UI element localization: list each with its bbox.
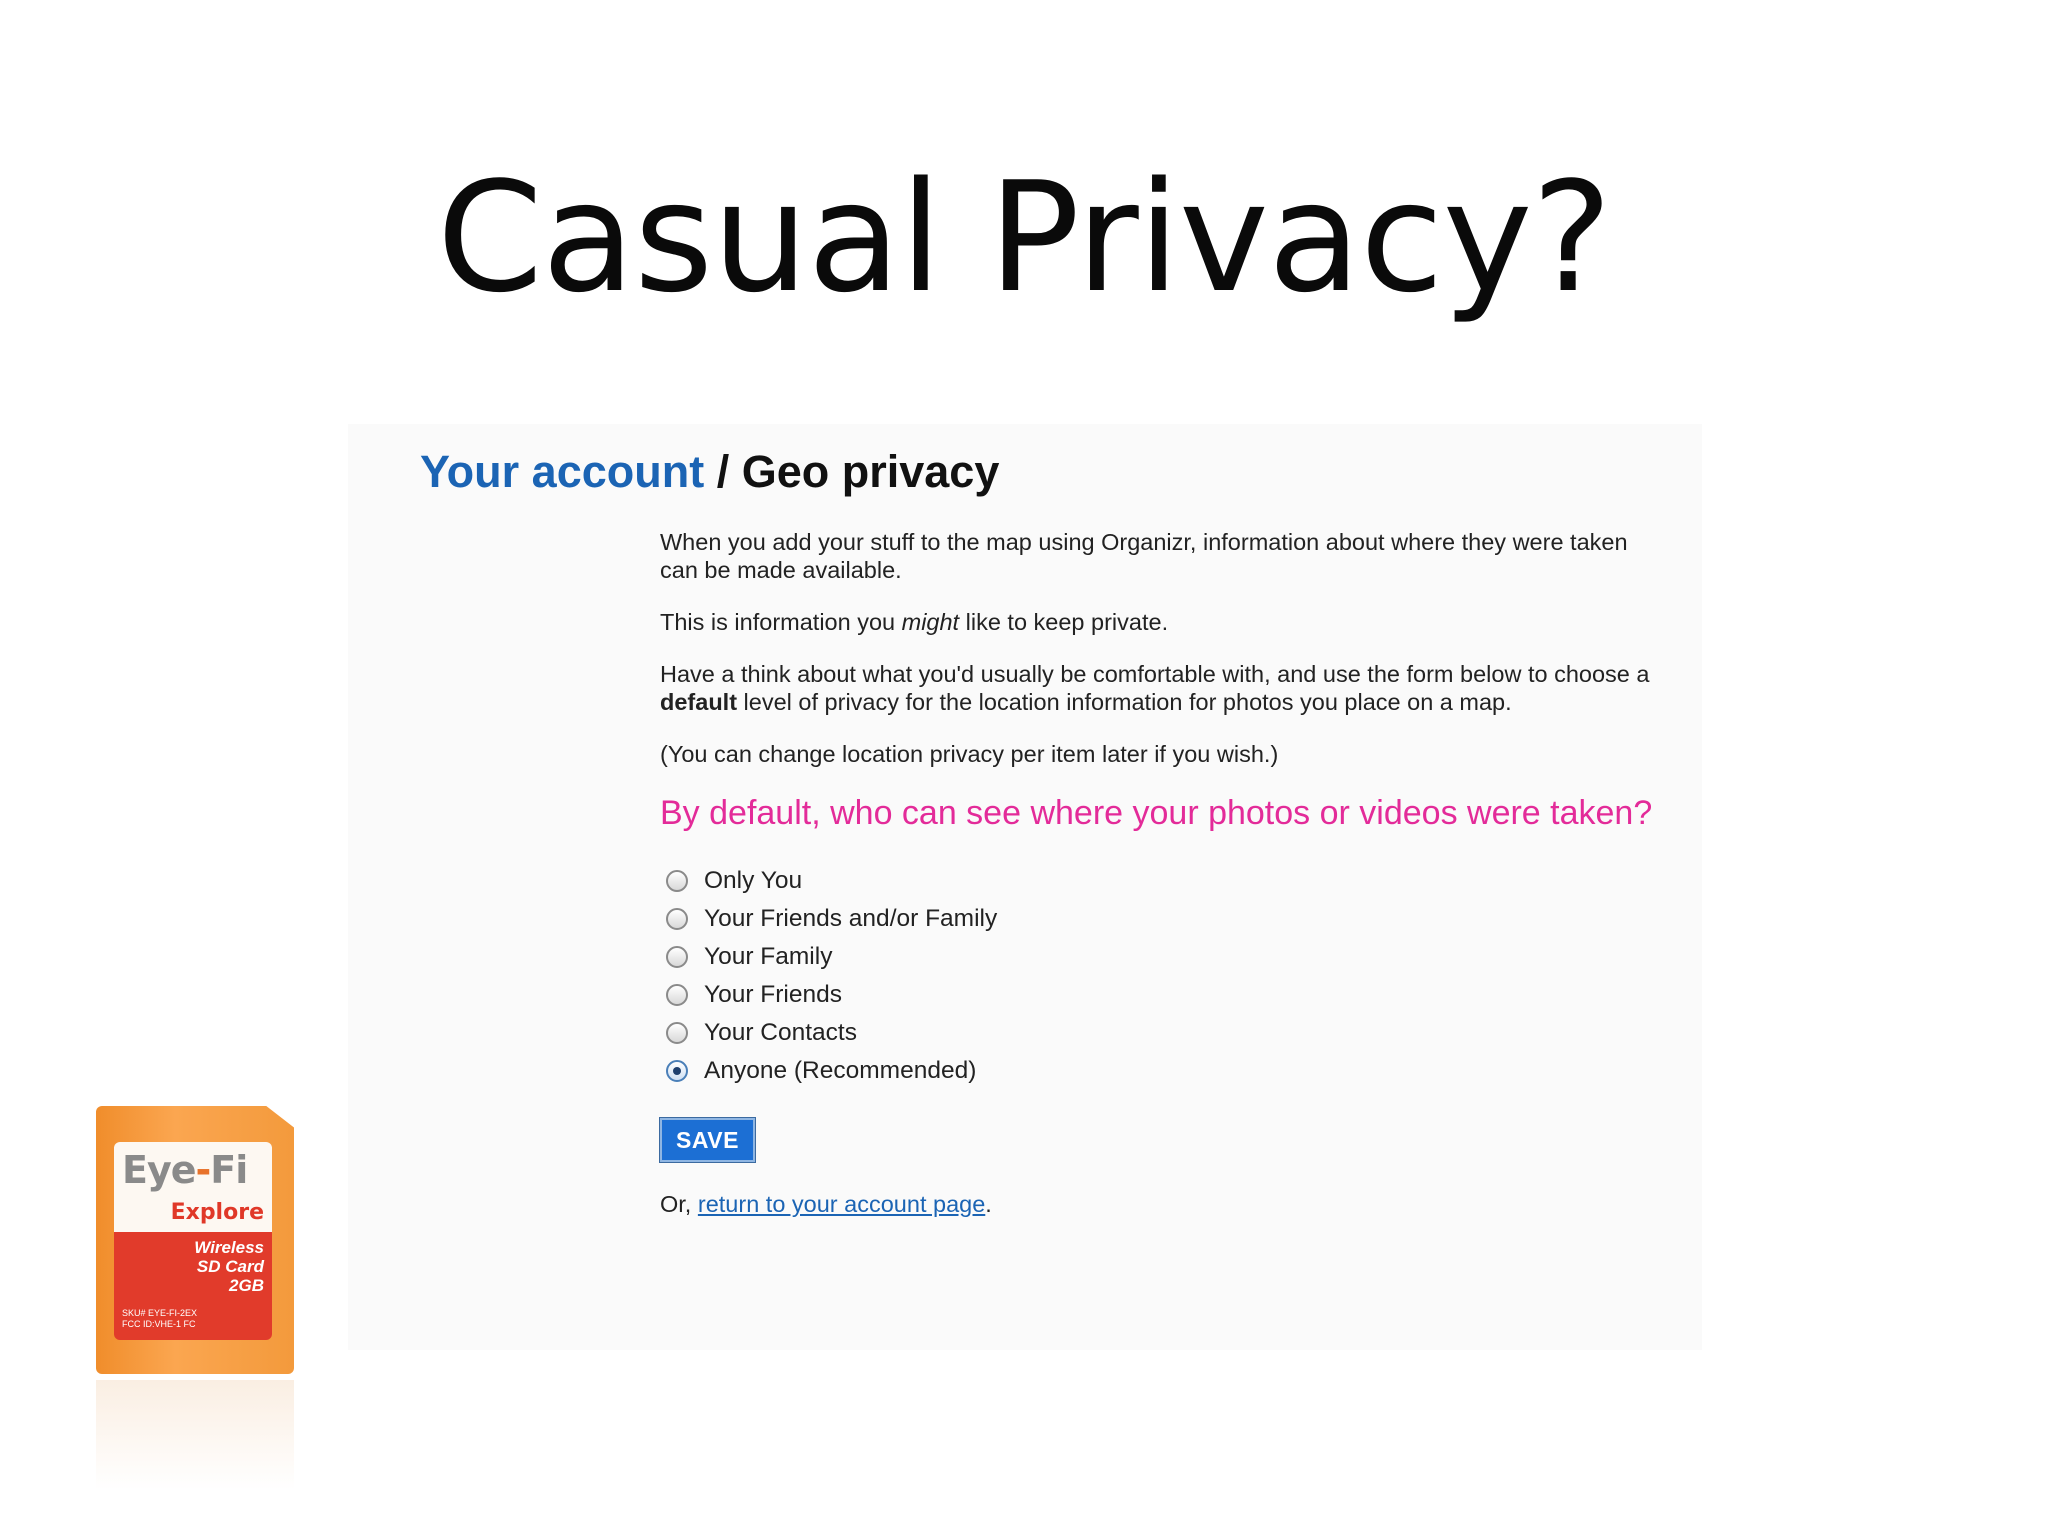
heading-section: Geo privacy	[741, 446, 1000, 497]
card-sku: SKU# EYE-FI-2EX FCC ID:VHE-1 FC	[122, 1308, 197, 1330]
option-anyone[interactable]: Anyone (Recommended)	[660, 1052, 1660, 1090]
intro-paragraph: When you add your stuff to the map using…	[660, 529, 1628, 583]
heading-separator: /	[704, 446, 742, 497]
option-label: Your Friends	[704, 981, 843, 1008]
eye-fi-card-image: Eye-Fi Explore Wireless SD Card 2GB SKU#…	[96, 1106, 294, 1374]
card-spec: Wireless SD Card 2GB	[194, 1238, 264, 1295]
option-label: Your Contacts	[704, 1019, 857, 1046]
note-paragraph: (You can change location privacy per ite…	[660, 741, 1279, 767]
card-spec-line: 2GB	[229, 1276, 264, 1295]
card-label-top: Eye-Fi Explore	[114, 1142, 272, 1232]
radio-button[interactable]	[666, 870, 688, 892]
save-button[interactable]: SAVE	[659, 1117, 756, 1163]
card-label-bottom: Wireless SD Card 2GB SKU# EYE-FI-2EX FCC…	[114, 1232, 272, 1340]
card-model: Explore	[170, 1200, 264, 1225]
return-account-link[interactable]: return to your account page	[698, 1191, 985, 1217]
text-span: Have a think about what you'd usually be…	[660, 661, 1650, 687]
privacy-content: When you add your stuff to the map using…	[659, 528, 1660, 1218]
option-friends-family[interactable]: Your Friends and/or Family	[660, 900, 1660, 938]
option-label: Anyone (Recommended)	[704, 1057, 977, 1084]
instructions-paragraph: Have a think about what you'd usually be…	[660, 660, 1660, 716]
privacy-question: By default, who can see where your photo…	[660, 794, 1653, 832]
card-spec-line: SD Card	[196, 1257, 264, 1276]
option-contacts[interactable]: Your Contacts	[660, 1014, 1660, 1052]
radio-button[interactable]	[666, 946, 688, 968]
text-span: level of privacy for the location inform…	[737, 689, 1512, 715]
logo-text: Eye	[122, 1148, 197, 1192]
logo-dash: -	[195, 1148, 212, 1192]
option-label: Your Friends and/or Family	[704, 905, 998, 932]
card-fcc-line: FCC ID:VHE-1 FC	[122, 1319, 196, 1329]
strong-default: default	[660, 689, 738, 715]
radio-button[interactable]	[666, 908, 688, 930]
eye-fi-logo: Eye-Fi	[122, 1148, 248, 1192]
option-friends[interactable]: Your Friends	[660, 976, 1660, 1014]
radio-button-selected[interactable]	[666, 1060, 688, 1082]
text-span: like to keep private.	[959, 609, 1169, 635]
footer-line: Or, return to your account page.	[660, 1190, 1660, 1218]
text-span: Or,	[660, 1191, 698, 1217]
slide-title: Casual Privacy?	[436, 149, 1613, 326]
card-reflection	[96, 1380, 294, 1490]
option-only-you[interactable]: Only You	[660, 862, 1660, 900]
option-label: Your Family	[704, 943, 833, 970]
radio-button[interactable]	[666, 984, 688, 1006]
radio-button[interactable]	[666, 1022, 688, 1044]
privacy-options: Only You Your Friends and/or Family Your…	[660, 862, 1660, 1090]
geo-privacy-screenshot: Your account / Geo privacy When you add …	[348, 424, 1702, 1350]
logo-text: Fi	[210, 1148, 248, 1192]
option-label: Only You	[704, 867, 803, 894]
text-span: This is information you	[660, 609, 902, 635]
your-account-link[interactable]: Your account	[420, 446, 704, 497]
page-heading: Your account / Geo privacy	[420, 446, 999, 498]
private-paragraph: This is information you might like to ke…	[660, 608, 1660, 636]
card-sku-line: SKU# EYE-FI-2EX	[122, 1308, 198, 1318]
card-spec-line: Wireless	[194, 1238, 264, 1257]
option-family[interactable]: Your Family	[660, 938, 1660, 976]
text-span: .	[985, 1191, 992, 1217]
emphasis-might: might	[901, 609, 960, 635]
